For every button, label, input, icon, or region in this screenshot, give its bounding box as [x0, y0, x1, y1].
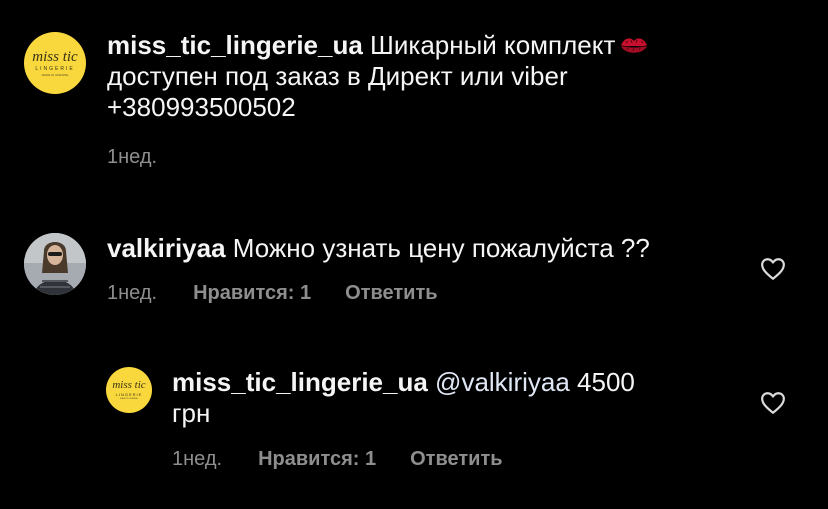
comment-username[interactable]: miss_tic_lingerie_ua: [172, 367, 428, 397]
question-comment-text: valkiriyaa Можно узнать цену пожалуйста …: [107, 233, 747, 264]
comment-likes-count[interactable]: Нравится: 1: [258, 448, 376, 471]
lips-emoji-icon: [621, 38, 648, 53]
brand-logo-tagline: MADE IN UKRAINE: [120, 398, 138, 400]
comment-body: 4500: [577, 367, 635, 397]
comment-time: 1нед.: [107, 282, 158, 304]
brand-logo-text: miss tic: [112, 379, 146, 391]
brand-avatar[interactable]: miss tic LINGERIE MADE IN UKRAINE: [24, 32, 86, 94]
comment-mention-link[interactable]: @valkiriyaa: [435, 367, 570, 397]
comment-body-line2: грн: [172, 398, 211, 428]
comment-meta: 1нед.: [107, 146, 157, 169]
user-avatar-photo: [24, 233, 86, 295]
comment-body: Можно узнать цену пожалуйста ??: [232, 233, 650, 263]
comment-username[interactable]: miss_tic_lingerie_ua: [107, 30, 363, 60]
brand-logo-subtext: LINGERIE: [115, 392, 143, 397]
comment-phone-number: +380993500502: [107, 92, 296, 122]
comment-body: Шикарный комплект: [370, 30, 616, 60]
comment-meta: 1нед. Нравится: 1 Ответить: [107, 282, 438, 305]
comment-username[interactable]: valkiriyaa: [107, 233, 226, 263]
caption-comment-text: miss_tic_lingerie_ua Шикарный комплект д…: [107, 30, 747, 123]
comment-meta: 1нед. Нравится: 1 Ответить: [172, 448, 503, 471]
user-avatar[interactable]: [24, 233, 86, 295]
brand-avatar[interactable]: miss tic LINGERIE MADE IN UKRAINE: [106, 367, 152, 413]
comment-time: 1нед.: [172, 448, 223, 470]
comment-likes-count[interactable]: Нравится: 1: [193, 282, 311, 305]
reply-button[interactable]: Ответить: [345, 282, 437, 305]
heart-outline-icon[interactable]: [760, 257, 786, 281]
comment-body-line2: доступен под заказ в Директ или viber: [107, 61, 568, 91]
heart-outline-icon[interactable]: [760, 391, 786, 415]
reply-button[interactable]: Ответить: [410, 448, 502, 471]
brand-logo-subtext: LINGERIE: [35, 65, 75, 72]
brand-logo-tagline: MADE IN UKRAINE: [41, 72, 69, 77]
comment-time: 1нед.: [107, 146, 158, 168]
reply-comment-text: miss_tic_lingerie_ua @valkiriyaa 4500 гр…: [172, 367, 732, 429]
brand-logo-text: miss tic: [32, 48, 78, 65]
